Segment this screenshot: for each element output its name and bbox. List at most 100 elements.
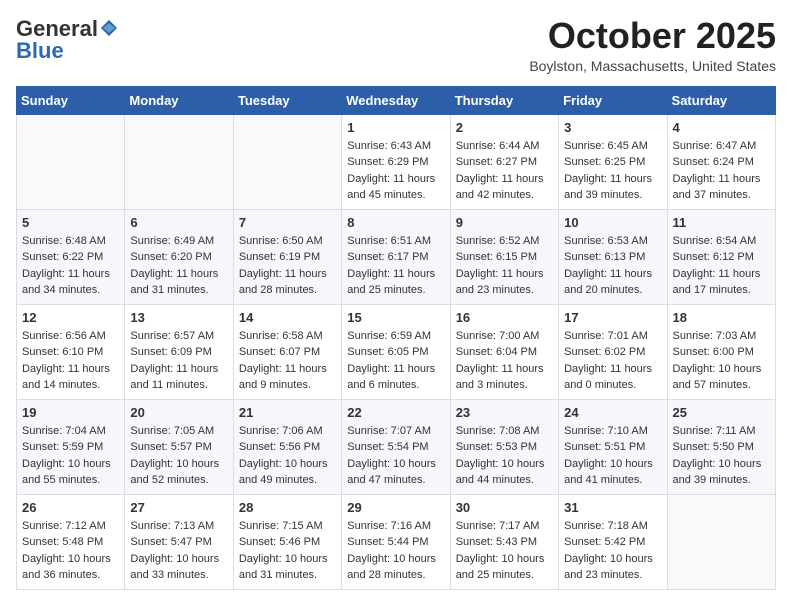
- logo-icon: [99, 18, 119, 38]
- sunset-text: Sunset: 5:43 PM: [456, 534, 553, 551]
- calendar-cell: 27 Sunrise: 7:13 AMSunset: 5:47 PMDayligh…: [125, 494, 233, 589]
- day-number: 21: [239, 405, 336, 420]
- calendar-cell: 23Sunrise: 7:08 AMSunset: 5:53 PMDayligh…: [450, 399, 558, 494]
- weekday-header: Saturday: [667, 86, 775, 114]
- calendar-cell: 18Sunrise: 7:03 AMSunset: 6:00 PMDayligh…: [667, 304, 775, 399]
- sunrise-text: Sunrise: 6:58 AM: [239, 328, 336, 345]
- sunrise-text: Sunrise: 6:53 AM: [564, 233, 661, 250]
- day-info: Sunrise: 6:49 AMSunset: 6:20 PMDaylight:…: [130, 233, 227, 299]
- calendar-cell: 12Sunrise: 6:56 AMSunset: 6:10 PMDayligh…: [17, 304, 125, 399]
- day-number: 1: [347, 120, 444, 135]
- daylight-text: Daylight: 10 hours and 25 minutes.: [456, 551, 553, 584]
- day-info: Sunrise: 7:07 AMSunset: 5:54 PMDaylight:…: [347, 423, 444, 489]
- weekday-header-row: SundayMondayTuesdayWednesdayThursdayFrid…: [17, 86, 776, 114]
- day-info: Sunrise: 6:57 AMSunset: 6:09 PMDaylight:…: [130, 328, 227, 394]
- day-info: Sunrise: 7:12 AMSunset: 5:48 PMDaylight:…: [22, 518, 119, 584]
- daylight-text: Daylight: 11 hours and 9 minutes.: [239, 361, 336, 394]
- day-info: Sunrise: 7:15 AMSunset: 5:46 PMDaylight:…: [239, 518, 336, 584]
- day-info: Sunrise: 6:58 AMSunset: 6:07 PMDaylight:…: [239, 328, 336, 394]
- sunset-text: Sunset: 6:05 PM: [347, 344, 444, 361]
- daylight-text: Daylight: 10 hours and 31 minutes.: [239, 551, 336, 584]
- daylight-text: Daylight: 10 hours and 23 minutes.: [564, 551, 661, 584]
- day-info: Sunrise: 6:56 AMSunset: 6:10 PMDaylight:…: [22, 328, 119, 394]
- day-number: 9: [456, 215, 553, 230]
- day-info: Sunrise: 7:10 AMSunset: 5:51 PMDaylight:…: [564, 423, 661, 489]
- weekday-header: Sunday: [17, 86, 125, 114]
- day-number: 29: [347, 500, 444, 515]
- sunrise-text: Sunrise: 7:00 AM: [456, 328, 553, 345]
- sunset-text: Sunset: 6:25 PM: [564, 154, 661, 171]
- day-number: 6: [130, 215, 227, 230]
- day-number: 24: [564, 405, 661, 420]
- day-info: Sunrise: 7:13 AMSunset: 5:47 PMDaylight:…: [130, 518, 227, 584]
- calendar-cell: 2Sunrise: 6:44 AMSunset: 6:27 PMDaylight…: [450, 114, 558, 209]
- sunrise-text: Sunrise: 6:47 AM: [673, 138, 770, 155]
- calendar-cell: 19Sunrise: 7:04 AMSunset: 5:59 PMDayligh…: [17, 399, 125, 494]
- day-info: Sunrise: 7:06 AMSunset: 5:56 PMDaylight:…: [239, 423, 336, 489]
- calendar-cell: 25Sunrise: 7:11 AMSunset: 5:50 PMDayligh…: [667, 399, 775, 494]
- sunrise-text: Sunrise: 7:12 AM: [22, 518, 119, 535]
- calendar-cell: [233, 114, 341, 209]
- calendar-cell: 6 Sunrise: 6:49 AMSunset: 6:20 PMDaylight…: [125, 209, 233, 304]
- daylight-text: Daylight: 11 hours and 25 minutes.: [347, 266, 444, 299]
- sunrise-text: Sunrise: 7:04 AM: [22, 423, 119, 440]
- calendar-cell: 9 Sunrise: 6:52 AMSunset: 6:15 PMDaylight…: [450, 209, 558, 304]
- sunrise-text: Sunrise: 7:08 AM: [456, 423, 553, 440]
- sunset-text: Sunset: 5:50 PM: [673, 439, 770, 456]
- day-number: 11: [673, 215, 770, 230]
- daylight-text: Daylight: 10 hours and 41 minutes.: [564, 456, 661, 489]
- daylight-text: Daylight: 11 hours and 37 minutes.: [673, 171, 770, 204]
- day-info: Sunrise: 7:04 AMSunset: 5:59 PMDaylight:…: [22, 423, 119, 489]
- day-number: 5: [22, 215, 119, 230]
- calendar-cell: 21 Sunrise: 7:06 AMSunset: 5:56 PMDayligh…: [233, 399, 341, 494]
- calendar-cell: 10Sunrise: 6:53 AMSunset: 6:13 PMDayligh…: [559, 209, 667, 304]
- sunset-text: Sunset: 5:42 PM: [564, 534, 661, 551]
- day-info: Sunrise: 6:54 AMSunset: 6:12 PMDaylight:…: [673, 233, 770, 299]
- day-info: Sunrise: 7:11 AMSunset: 5:50 PMDaylight:…: [673, 423, 770, 489]
- sunrise-text: Sunrise: 7:06 AM: [239, 423, 336, 440]
- sunrise-text: Sunrise: 7:16 AM: [347, 518, 444, 535]
- calendar-week-row: 1Sunrise: 6:43 AMSunset: 6:29 PMDaylight…: [17, 114, 776, 209]
- calendar-cell: 22Sunrise: 7:07 AMSunset: 5:54 PMDayligh…: [342, 399, 450, 494]
- calendar-cell: 31Sunrise: 7:18 AMSunset: 5:42 PMDayligh…: [559, 494, 667, 589]
- sunrise-text: Sunrise: 7:10 AM: [564, 423, 661, 440]
- calendar-cell: 24 Sunrise: 7:10 AMSunset: 5:51 PMDayligh…: [559, 399, 667, 494]
- daylight-text: Daylight: 10 hours and 33 minutes.: [130, 551, 227, 584]
- day-info: Sunrise: 6:52 AMSunset: 6:15 PMDaylight:…: [456, 233, 553, 299]
- sunset-text: Sunset: 6:19 PM: [239, 249, 336, 266]
- sunrise-text: Sunrise: 7:15 AM: [239, 518, 336, 535]
- day-info: Sunrise: 6:51 AMSunset: 6:17 PMDaylight:…: [347, 233, 444, 299]
- sunset-text: Sunset: 6:02 PM: [564, 344, 661, 361]
- day-number: 10: [564, 215, 661, 230]
- sunrise-text: Sunrise: 7:03 AM: [673, 328, 770, 345]
- calendar-cell: 14Sunrise: 6:58 AMSunset: 6:07 PMDayligh…: [233, 304, 341, 399]
- sunset-text: Sunset: 5:47 PM: [130, 534, 227, 551]
- sunrise-text: Sunrise: 6:54 AM: [673, 233, 770, 250]
- calendar-cell: 20Sunrise: 7:05 AMSunset: 5:57 PMDayligh…: [125, 399, 233, 494]
- title-section: October 2025 Boylston, Massachusetts, Un…: [529, 16, 776, 74]
- day-number: 16: [456, 310, 553, 325]
- day-info: Sunrise: 6:59 AMSunset: 6:05 PMDaylight:…: [347, 328, 444, 394]
- daylight-text: Daylight: 10 hours and 44 minutes.: [456, 456, 553, 489]
- sunrise-text: Sunrise: 6:43 AM: [347, 138, 444, 155]
- calendar-cell: 3Sunrise: 6:45 AMSunset: 6:25 PMDaylight…: [559, 114, 667, 209]
- sunset-text: Sunset: 6:12 PM: [673, 249, 770, 266]
- day-number: 7: [239, 215, 336, 230]
- sunrise-text: Sunrise: 6:44 AM: [456, 138, 553, 155]
- daylight-text: Daylight: 10 hours and 28 minutes.: [347, 551, 444, 584]
- sunrise-text: Sunrise: 7:07 AM: [347, 423, 444, 440]
- logo: General Blue: [16, 16, 119, 64]
- calendar-cell: [667, 494, 775, 589]
- daylight-text: Daylight: 11 hours and 28 minutes.: [239, 266, 336, 299]
- sunset-text: Sunset: 5:51 PM: [564, 439, 661, 456]
- sunrise-text: Sunrise: 7:13 AM: [130, 518, 227, 535]
- day-number: 27: [130, 500, 227, 515]
- sunrise-text: Sunrise: 6:49 AM: [130, 233, 227, 250]
- page-header: General Blue October 2025 Boylston, Mass…: [16, 16, 776, 74]
- sunset-text: Sunset: 5:53 PM: [456, 439, 553, 456]
- calendar-cell: 26Sunrise: 7:12 AMSunset: 5:48 PMDayligh…: [17, 494, 125, 589]
- daylight-text: Daylight: 10 hours and 52 minutes.: [130, 456, 227, 489]
- sunrise-text: Sunrise: 6:45 AM: [564, 138, 661, 155]
- day-number: 31: [564, 500, 661, 515]
- calendar-cell: 29Sunrise: 7:16 AMSunset: 5:44 PMDayligh…: [342, 494, 450, 589]
